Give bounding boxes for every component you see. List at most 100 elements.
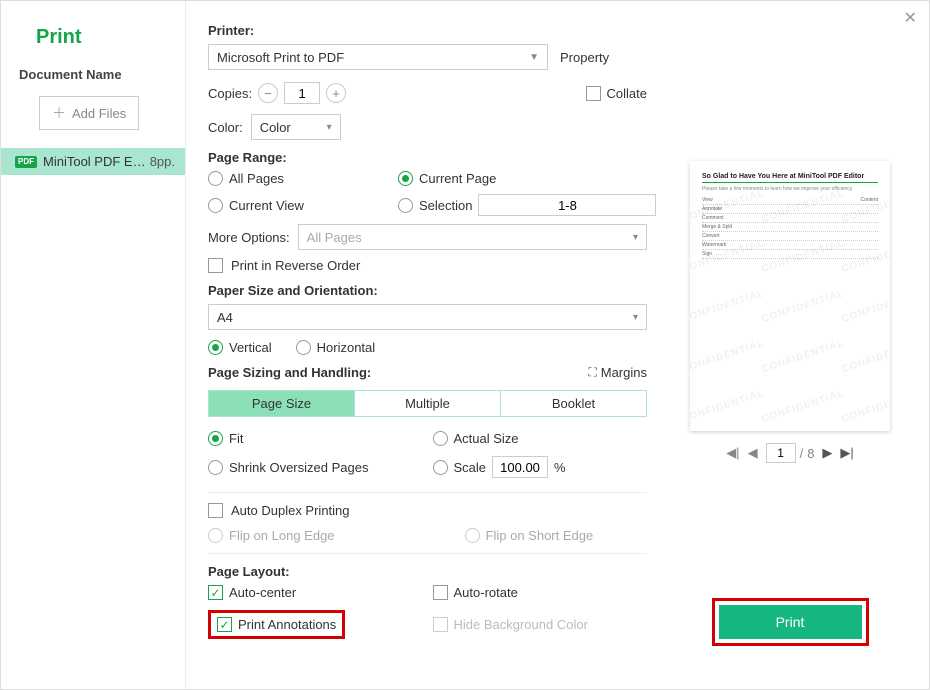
flip-short-edge-option: Flip on Short Edge	[465, 528, 594, 543]
current-view-option[interactable]: Current View	[208, 198, 388, 213]
shrink-label: Shrink Oversized Pages	[229, 460, 368, 475]
shrink-oversized-option[interactable]: Shrink Oversized Pages	[208, 456, 423, 478]
page-range-label: Page Range:	[208, 150, 647, 165]
orientation-vertical-option[interactable]: Vertical	[208, 340, 272, 355]
pdf-icon: PDF	[15, 156, 37, 168]
scale-percent-label: %	[554, 460, 566, 475]
page-slash: /	[800, 446, 804, 461]
vertical-label: Vertical	[229, 340, 272, 355]
current-page-label: Current Page	[419, 171, 496, 186]
paper-size-select[interactable]: A4 ▾	[208, 304, 647, 330]
orientation-horizontal-option[interactable]: Horizontal	[296, 340, 376, 355]
preview-page: So Glad to Have You Here at MiniTool PDF…	[690, 161, 890, 431]
sizing-label: Page Sizing and Handling:	[208, 365, 371, 380]
auto-rotate-checkbox[interactable]	[433, 585, 448, 600]
scale-label: Scale	[454, 460, 487, 475]
color-label: Color:	[208, 120, 243, 135]
chevron-down-icon: ▾	[633, 312, 638, 323]
left-panel: Print Document Name ＋ Add Files PDF Mini…	[1, 1, 186, 689]
margins-icon: ⛶	[588, 365, 596, 380]
more-options-label: More Options:	[208, 230, 290, 245]
print-annotations-highlight: ✓ Print Annotations	[208, 610, 345, 639]
flip-long-edge-option: Flip on Long Edge	[208, 528, 335, 543]
copies-label: Copies:	[208, 86, 252, 101]
plus-icon: ＋	[52, 103, 66, 123]
reverse-order-checkbox[interactable]	[208, 258, 223, 273]
auto-duplex-label: Auto Duplex Printing	[231, 503, 350, 518]
print-settings-form: Printer: Microsoft Print to PDF ▼ Proper…	[186, 1, 669, 689]
horizontal-label: Horizontal	[317, 340, 376, 355]
total-pages: 8	[807, 446, 814, 461]
more-options-select[interactable]: All Pages ▾	[298, 224, 647, 250]
flip-long-label: Flip on Long Edge	[229, 528, 335, 543]
separator	[208, 553, 647, 554]
auto-center-checkbox[interactable]: ✓	[208, 585, 223, 600]
actual-size-label: Actual Size	[454, 431, 519, 446]
auto-rotate-label: Auto-rotate	[454, 585, 518, 600]
margins-label: Margins	[601, 365, 647, 380]
fit-option[interactable]: Fit	[208, 431, 423, 446]
print-button-highlight: Print	[712, 598, 869, 646]
tab-page-size[interactable]: Page Size	[209, 391, 355, 416]
hide-bg-option: Hide Background Color	[433, 610, 648, 639]
printer-property-link[interactable]: Property	[560, 50, 609, 65]
color-select[interactable]: Color ▾	[251, 114, 341, 140]
paper-size-value: A4	[217, 310, 233, 325]
auto-center-option[interactable]: ✓ Auto-center	[208, 585, 423, 600]
add-files-button[interactable]: ＋ Add Files	[39, 96, 139, 130]
hide-bg-checkbox	[433, 617, 448, 632]
sizing-mode-tabs: Page Size Multiple Booklet	[208, 390, 647, 417]
document-name-heading: Document Name	[1, 67, 185, 96]
all-pages-label: All Pages	[229, 171, 284, 186]
preview-title: So Glad to Have You Here at MiniTool PDF…	[702, 173, 878, 180]
selection-range-input[interactable]	[478, 194, 656, 216]
actual-size-option[interactable]: Actual Size	[433, 431, 648, 446]
print-annotations-checkbox[interactable]: ✓	[217, 617, 232, 632]
nav-prev-icon[interactable]: ◀	[748, 445, 758, 461]
current-view-label: Current View	[229, 198, 304, 213]
reverse-order-label: Print in Reverse Order	[231, 258, 360, 273]
fit-label: Fit	[229, 431, 243, 446]
paper-size-label: Paper Size and Orientation:	[208, 283, 647, 298]
collate-label: Collate	[607, 86, 647, 101]
preview-navigation: ◀| ◀ / 8 ▶ ▶|	[726, 443, 854, 463]
scale-option[interactable]: Scale %	[433, 456, 648, 478]
margins-button[interactable]: ⛶ Margins	[588, 365, 647, 380]
add-files-label: Add Files	[72, 106, 126, 121]
hide-bg-label: Hide Background Color	[454, 617, 588, 632]
file-page-count: 8pp.	[150, 154, 175, 169]
print-button[interactable]: Print	[719, 605, 862, 639]
nav-next-icon[interactable]: ▶	[822, 445, 832, 461]
dialog-title: Print	[1, 26, 185, 67]
tab-multiple[interactable]: Multiple	[355, 391, 501, 416]
close-icon[interactable]: ✕	[904, 11, 917, 27]
current-page-option[interactable]: Current Page	[398, 171, 656, 186]
color-selected-value: Color	[260, 120, 291, 135]
current-page-input[interactable]	[766, 443, 796, 463]
page-layout-label: Page Layout:	[208, 564, 647, 579]
file-name: MiniTool PDF E…	[43, 154, 144, 169]
tab-booklet[interactable]: Booklet	[501, 391, 646, 416]
copies-input[interactable]	[284, 82, 320, 104]
nav-last-icon[interactable]: ▶|	[840, 445, 853, 461]
chevron-down-icon: ▾	[327, 122, 332, 133]
auto-rotate-option[interactable]: Auto-rotate	[433, 585, 648, 600]
all-pages-option[interactable]: All Pages	[208, 171, 388, 186]
flip-short-label: Flip on Short Edge	[486, 528, 594, 543]
scale-input[interactable]	[492, 456, 548, 478]
print-dialog: ✕ Print Document Name ＋ Add Files PDF Mi…	[0, 0, 930, 690]
nav-first-icon[interactable]: ◀|	[726, 445, 739, 461]
auto-duplex-checkbox[interactable]	[208, 503, 223, 518]
separator	[208, 492, 647, 493]
print-annotations-label: Print Annotations	[238, 617, 336, 632]
selection-option[interactable]: Selection	[398, 194, 656, 216]
printer-selected-value: Microsoft Print to PDF	[217, 50, 344, 65]
chevron-down-icon: ▼	[529, 52, 539, 63]
collate-checkbox[interactable]	[586, 86, 601, 101]
copies-decrement-button[interactable]: −	[258, 83, 278, 103]
auto-center-label: Auto-center	[229, 585, 296, 600]
printer-select[interactable]: Microsoft Print to PDF ▼	[208, 44, 548, 70]
chevron-down-icon: ▾	[633, 232, 638, 243]
file-list-item[interactable]: PDF MiniTool PDF E… 8pp.	[1, 148, 185, 175]
copies-increment-button[interactable]: +	[326, 83, 346, 103]
